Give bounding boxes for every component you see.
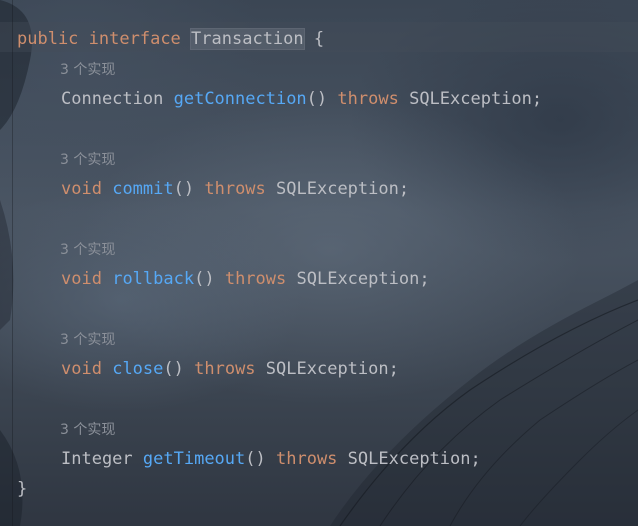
semicolon: ;: [531, 89, 543, 109]
method-name-commit[interactable]: commit: [112, 179, 173, 199]
code-editor[interactable]: public interface Transaction { 3 个实现 Con…: [0, 0, 638, 526]
close-brace-line[interactable]: }: [17, 476, 27, 502]
return-type: Integer: [61, 449, 133, 469]
method-line-getconnection[interactable]: Connection getConnection() throws SQLExc…: [61, 86, 542, 112]
method-line-rollback[interactable]: void rollback() throws SQLException;: [61, 266, 430, 292]
keyword-throws: throws: [194, 359, 256, 379]
semicolon: ;: [388, 359, 399, 379]
implementations-hint-commit[interactable]: 3 个实现: [60, 150, 115, 170]
keyword-throws: throws: [204, 179, 266, 199]
open-brace: {: [313, 29, 325, 49]
parens: (): [306, 89, 328, 109]
semicolon: ;: [398, 179, 410, 199]
return-type: void: [61, 179, 102, 199]
exception-type: SQLException: [276, 179, 399, 199]
parens: (): [163, 359, 184, 379]
method-line-close[interactable]: void close() throws SQLException;: [61, 356, 399, 382]
semicolon: ;: [470, 449, 481, 469]
return-type: void: [61, 359, 102, 379]
method-name-rollback[interactable]: rollback: [112, 269, 194, 289]
exception-type: SQLException: [296, 269, 420, 289]
semicolon: ;: [419, 269, 430, 289]
interface-name[interactable]: Transaction: [190, 28, 305, 50]
method-name-close[interactable]: close: [112, 359, 163, 379]
parens: (): [245, 449, 266, 469]
implementations-hint-getconnection[interactable]: 3 个实现: [60, 60, 115, 80]
parens: (): [194, 269, 215, 289]
editor-gutter-divider: [12, 0, 13, 526]
implementations-hint-gettimeout[interactable]: 3 个实现: [60, 420, 115, 440]
parens: (): [173, 179, 195, 199]
close-brace: }: [17, 479, 28, 499]
interface-declaration-line[interactable]: public interface Transaction {: [17, 26, 324, 52]
exception-type: SQLException: [347, 449, 471, 469]
keyword-throws: throws: [276, 449, 338, 469]
return-type: void: [61, 269, 102, 289]
keyword-throws: throws: [224, 269, 287, 289]
keyword-public: public: [17, 29, 79, 49]
method-line-commit[interactable]: void commit() throws SQLException;: [61, 176, 409, 202]
method-name-getconnection[interactable]: getConnection: [174, 89, 307, 109]
return-type: Connection: [61, 89, 164, 109]
implementations-hint-rollback[interactable]: 3 个实现: [60, 240, 115, 260]
exception-type: SQLException: [265, 359, 389, 379]
exception-type: SQLException: [409, 89, 532, 109]
implementations-hint-close[interactable]: 3 个实现: [60, 330, 115, 350]
keyword-throws: throws: [337, 89, 399, 109]
method-name-gettimeout[interactable]: getTimeout: [143, 449, 245, 469]
keyword-interface: interface: [88, 29, 181, 49]
method-line-gettimeout[interactable]: Integer getTimeout() throws SQLException…: [61, 446, 481, 472]
